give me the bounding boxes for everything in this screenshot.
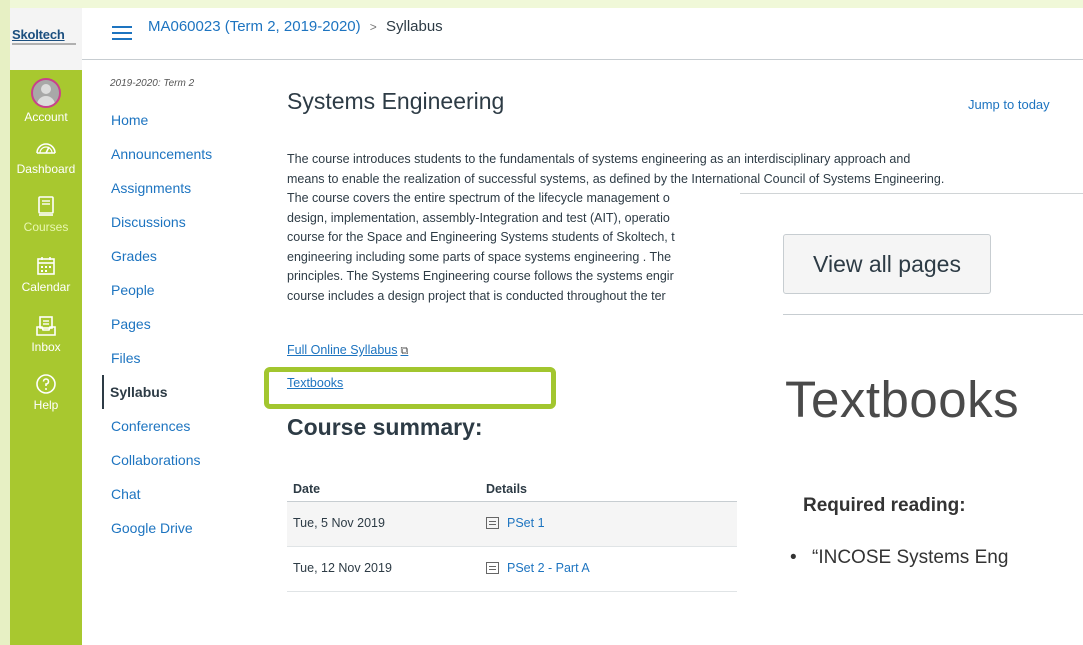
global-nav-courses[interactable]: Courses	[10, 194, 82, 234]
external-link-icon: ⧉	[400, 345, 409, 357]
description-line: The course introduces students to the fu…	[287, 152, 911, 166]
course-nav-assignments[interactable]: Assignments	[110, 171, 250, 205]
table-header: Date Details	[287, 482, 737, 502]
course-summary-title: Course summary:	[287, 414, 483, 440]
highlight-box	[264, 367, 556, 409]
required-reading-heading: Required reading:	[803, 495, 966, 516]
course-nav: 2019-2020: Term 2 Home Announcements Ass…	[102, 78, 250, 545]
full-syllabus-label: Full Online Syllabus	[287, 343, 398, 357]
global-nav-calendar[interactable]: Calendar	[10, 254, 82, 294]
breadcrumb-separator: >	[369, 20, 377, 34]
assignment-icon	[486, 517, 499, 529]
course-nav-home[interactable]: Home	[110, 103, 250, 137]
jump-to-today-link[interactable]: Jump to today	[968, 97, 1050, 112]
global-nav-label: Courses	[23, 220, 69, 234]
assignment-link[interactable]: PSet 2 - Part A	[486, 561, 590, 575]
help-icon	[36, 374, 56, 394]
course-term: 2019-2020: Term 2	[110, 78, 195, 89]
global-nav-label: Inbox	[31, 340, 61, 354]
global-nav-label: Help	[33, 398, 59, 412]
avatar-icon	[31, 78, 61, 108]
description-line: means to enable the realization of succe…	[287, 171, 945, 186]
breadcrumb-current: Syllabus	[385, 18, 443, 35]
page-frame-left	[0, 0, 10, 645]
course-nav-files[interactable]: Files	[110, 341, 250, 375]
assignment-title: PSet 2 - Part A	[507, 561, 590, 575]
global-nav-account[interactable]: Account	[10, 78, 82, 124]
course-nav-conferences[interactable]: Conferences	[110, 409, 250, 443]
course-nav-syllabus[interactable]: Syllabus	[102, 375, 250, 409]
table-header-details: Details	[486, 482, 527, 496]
hamburger-menu-icon[interactable]	[112, 26, 132, 40]
global-nav-label: Account	[24, 110, 68, 124]
global-nav: Account Dashboard Courses Calendar Inbox…	[10, 70, 82, 645]
course-nav-google-drive[interactable]: Google Drive	[110, 511, 250, 545]
page-header: MA060023 (Term 2, 2019-2020) > Syllabus	[82, 8, 1083, 60]
skoltech-logo[interactable]: Skoltech	[12, 27, 65, 42]
breadcrumb: MA060023 (Term 2, 2019-2020) > Syllabus	[148, 18, 443, 35]
global-nav-label: Dashboard	[16, 162, 76, 176]
view-all-pages-button[interactable]: View all pages	[783, 234, 991, 294]
page-title: Systems Engineering	[287, 88, 505, 114]
full-syllabus-link[interactable]: Full Online Syllabus ⧉	[287, 343, 408, 358]
row-date: Tue, 12 Nov 2019	[293, 561, 392, 575]
course-summary-table: Date Details Tue, 5 Nov 2019 PSet 1 Tue,…	[287, 482, 737, 592]
logo-tagline	[12, 43, 76, 45]
table-row: Tue, 12 Nov 2019 PSet 2 - Part A	[287, 547, 737, 592]
course-nav-chat[interactable]: Chat	[110, 477, 250, 511]
global-nav-inbox[interactable]: Inbox	[10, 314, 82, 354]
assignment-link[interactable]: PSet 1	[486, 516, 545, 530]
course-nav-discussions[interactable]: Discussions	[110, 205, 250, 239]
textbooks-heading: Textbooks	[785, 371, 1020, 428]
course-nav-announcements[interactable]: Announcements	[110, 137, 250, 171]
dashboard-icon	[36, 143, 56, 154]
row-date: Tue, 5 Nov 2019	[293, 516, 385, 530]
global-nav-label: Calendar	[21, 280, 71, 294]
syllabus-main: Systems Engineering	[287, 88, 504, 115]
assignment-icon	[486, 562, 499, 574]
course-nav-people[interactable]: People	[110, 273, 250, 307]
table-header-date: Date	[293, 482, 321, 496]
book-icon	[38, 196, 54, 216]
breadcrumb-course[interactable]: MA060023 (Term 2, 2019-2020)	[148, 18, 361, 35]
page-frame-top	[0, 0, 1083, 8]
global-nav-help[interactable]: Help	[10, 372, 82, 412]
course-nav-grades[interactable]: Grades	[110, 239, 250, 273]
inbox-icon	[36, 316, 56, 336]
global-nav-dashboard[interactable]: Dashboard	[10, 136, 82, 176]
overlay-divider	[783, 314, 1083, 315]
course-nav-collaborations[interactable]: Collaborations	[110, 443, 250, 477]
calendar-icon	[37, 257, 55, 275]
course-nav-pages[interactable]: Pages	[110, 307, 250, 341]
reading-list-item: “INCOSE Systems Eng	[790, 547, 1008, 569]
table-row: Tue, 5 Nov 2019 PSet 1	[287, 502, 737, 547]
assignment-title: PSet 1	[507, 516, 545, 530]
logo-area[interactable]: Skoltech	[10, 8, 82, 70]
